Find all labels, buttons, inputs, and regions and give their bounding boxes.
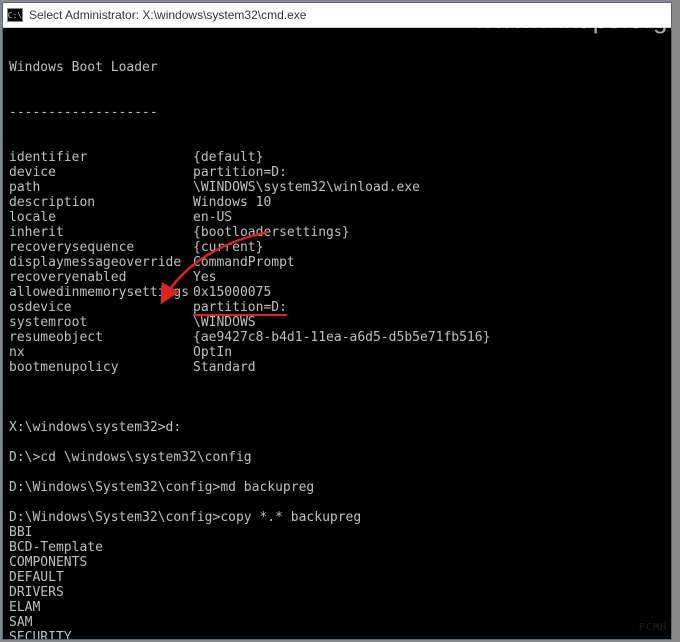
- bcd-key: description: [9, 195, 193, 210]
- bcd-entry: descriptionWindows 10: [9, 195, 667, 210]
- bcd-value: {bootloadersettings}: [193, 225, 350, 240]
- bcd-value: partition=D:: [193, 165, 287, 180]
- terminal-line: DRIVERS: [9, 585, 667, 600]
- bcd-entry: path\WINDOWS\system32\winload.exe: [9, 180, 667, 195]
- bcd-entry: devicepartition=D:: [9, 165, 667, 180]
- bcd-entry: resumeobject{ae9427c8-b4d1-11ea-a6d5-d5b…: [9, 330, 667, 345]
- bcd-key: nx: [9, 345, 193, 360]
- bcd-entry: localeen-US: [9, 210, 667, 225]
- terminal-line: BCD-Template: [9, 540, 667, 555]
- terminal-line: BBI: [9, 525, 667, 540]
- bcd-value: \WINDOWS: [193, 315, 256, 330]
- bcd-key: recoverysequence: [9, 240, 193, 255]
- bcd-value: {ae9427c8-b4d1-11ea-a6d5-d5b5e71fb516}: [193, 330, 490, 345]
- terminal-line: D:\Windows\System32\config>md backupreg: [9, 480, 667, 495]
- terminal-line: D:\>cd \windows\system32\config: [9, 450, 667, 465]
- bcd-key: locale: [9, 210, 193, 225]
- bcd-entry: recoveryenabledYes: [9, 270, 667, 285]
- bcd-key: displaymessageoverride: [9, 255, 193, 270]
- terminal-line: [9, 495, 667, 510]
- bcd-entry: allowedinmemorysettings0x15000075: [9, 285, 667, 300]
- terminal-line: [9, 405, 667, 420]
- bcd-key: path: [9, 180, 193, 195]
- bcd-key: device: [9, 165, 193, 180]
- bcd-value: Standard: [193, 360, 256, 375]
- terminal-output[interactable]: Windows Boot Loader ------------------- …: [3, 28, 671, 639]
- bcd-value: partition=D:: [193, 300, 287, 315]
- bcd-entry: systemroot\WINDOWS: [9, 315, 667, 330]
- window-title: Select Administrator: X:\windows\system3…: [29, 8, 306, 22]
- boot-header: Windows Boot Loader: [9, 60, 667, 75]
- titlebar[interactable]: C:\ Select Administrator: X:\windows\sys…: [3, 3, 671, 28]
- bcd-value: \WINDOWS\system32\winload.exe: [193, 180, 420, 195]
- bcd-value: en-US: [193, 210, 232, 225]
- terminal-line: [9, 435, 667, 450]
- bcd-key: resumeobject: [9, 330, 193, 345]
- terminal-line: ELAM: [9, 600, 667, 615]
- bcd-key: inherit: [9, 225, 193, 240]
- terminal-line: D:\Windows\System32\config>copy *.* back…: [9, 510, 667, 525]
- terminal-line: SECURITY: [9, 630, 667, 639]
- terminal-line: [9, 465, 667, 480]
- terminal-line: X:\windows\system32>d:: [9, 420, 667, 435]
- bcd-key: systemroot: [9, 315, 193, 330]
- bcd-key: recoveryenabled: [9, 270, 193, 285]
- terminal-line: SAM: [9, 615, 667, 630]
- bcd-key: allowedinmemorysettings: [9, 285, 193, 300]
- cmd-window: C:\ Select Administrator: X:\windows\sys…: [2, 2, 672, 640]
- bcd-entry: recoverysequence{current}: [9, 240, 667, 255]
- boot-header-rule: -------------------: [9, 105, 667, 120]
- bcd-value: OptIn: [193, 345, 232, 360]
- bcd-key: bootmenupolicy: [9, 360, 193, 375]
- bcd-value: CommandPrompt: [193, 255, 295, 270]
- bcd-entry: displaymessageoverrideCommandPrompt: [9, 255, 667, 270]
- terminal-line: COMPONENTS: [9, 555, 667, 570]
- cmd-icon: C:\: [7, 8, 23, 22]
- bcd-entry: identifier{default}: [9, 150, 667, 165]
- bcd-key: identifier: [9, 150, 193, 165]
- bcd-key: osdevice: [9, 300, 193, 315]
- bcd-value: Yes: [193, 270, 216, 285]
- bcd-entry: nxOptIn: [9, 345, 667, 360]
- bcd-value: {current}: [193, 240, 263, 255]
- bcd-value: Windows 10: [193, 195, 271, 210]
- bcd-entry: osdevicepartition=D:: [9, 300, 667, 315]
- terminal-line: DEFAULT: [9, 570, 667, 585]
- bcd-entry: bootmenupolicyStandard: [9, 360, 667, 375]
- bcd-value: 0x15000075: [193, 285, 271, 300]
- bcd-value: {default}: [193, 150, 263, 165]
- bcd-entry: inherit{bootloadersettings}: [9, 225, 667, 240]
